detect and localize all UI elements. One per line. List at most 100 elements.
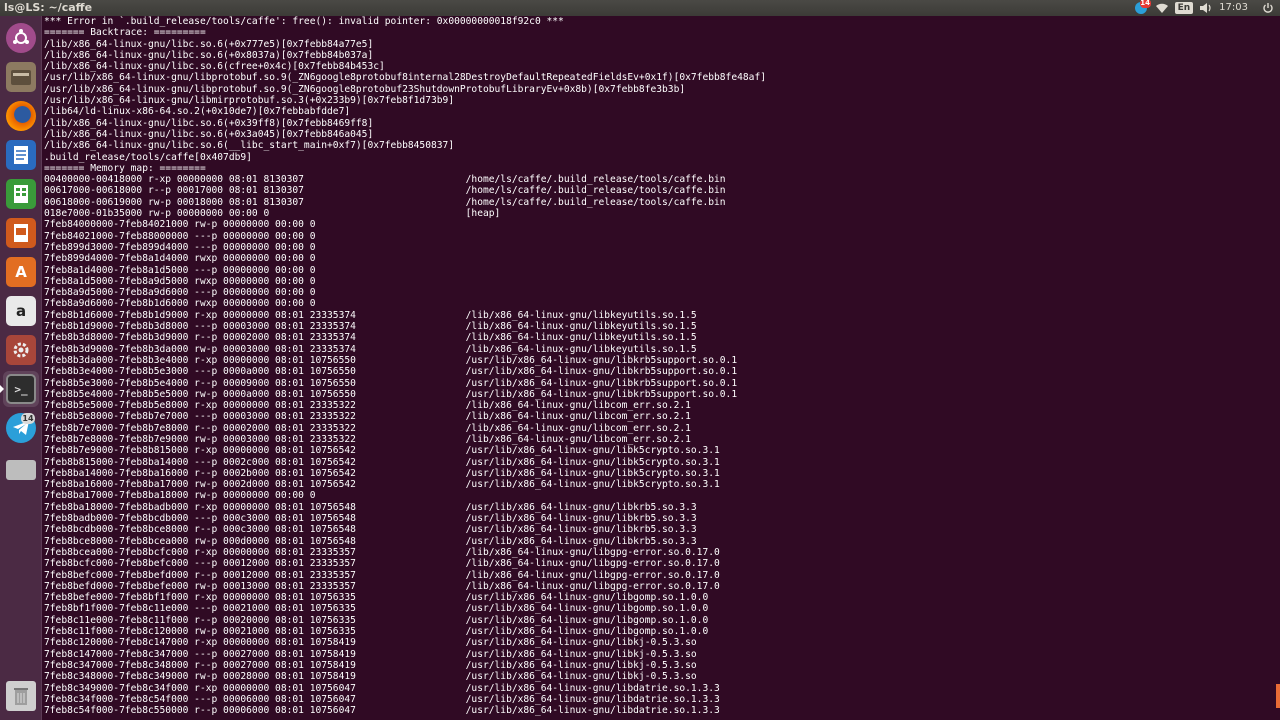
calc-icon <box>6 179 36 209</box>
clock-time: 17:03 <box>1219 2 1248 13</box>
terminal-line: 00400000-00418000 r-xp 00000000 08:01 81… <box>44 174 726 186</box>
wifi-indicator[interactable] <box>1155 0 1169 16</box>
launcher-trash[interactable] <box>3 678 39 714</box>
terminal-line: 7feb8b5e4000-7feb8b5e5000 rw-p 0000a000 … <box>44 388 738 400</box>
terminal-line: /lib64/ld-linux-x86-64.so.2(+0x10de7)[0x… <box>44 106 351 118</box>
launcher-settings[interactable] <box>3 332 39 368</box>
writer-icon <box>6 140 36 170</box>
terminal-line: 7feb8bcdb000-7feb8bce8000 r--p 000c3000 … <box>44 524 697 536</box>
terminal-line: 7feb8b5e5000-7feb8b5e8000 r-xp 00000000 … <box>44 400 691 412</box>
terminal-line: /lib/x86_64-linux-gnu/libc.so.6(+0x8037a… <box>44 49 374 61</box>
telegram-unread-badge: 14 <box>1139 0 1151 8</box>
launcher: A a >_ 14 <box>0 16 42 720</box>
terminal-line: 7feb8a1d4000-7feb8a1d5000 ---p 00000000 … <box>44 264 316 276</box>
launcher-dash[interactable] <box>3 20 39 56</box>
wifi-icon <box>1155 3 1168 13</box>
terminal-line: /lib/x86_64-linux-gnu/libc.so.6(+0x777e5… <box>44 38 374 50</box>
terminal-line: 7feb8ba16000-7feb8ba17000 rw-p 0002d000 … <box>44 479 720 491</box>
terminal-line: 7feb8a9d5000-7feb8a9d6000 ---p 00000000 … <box>44 287 316 299</box>
terminal-line: 7feb8b3d8000-7feb8b3d9000 r--p 00002000 … <box>44 332 697 344</box>
terminal-line: 7feb8a1d5000-7feb8a9d5000 rwxp 00000000 … <box>44 275 316 287</box>
terminal-line: 7feb8befd000-7feb8befe000 rw-p 00013000 … <box>44 580 720 592</box>
launcher-impress[interactable] <box>3 215 39 251</box>
keyboard-layout-indicator[interactable]: En <box>1174 0 1194 16</box>
terminal-line: .build_release/tools/caffe[0x407db9] <box>44 151 252 163</box>
terminal-line: 7feb8c349000-7feb8c34f000 r-xp 00000000 … <box>44 682 720 694</box>
terminal-line: /lib/x86_64-linux-gnu/libc.so.6(cfree+0x… <box>44 61 385 73</box>
launcher-firefox[interactable] <box>3 98 39 134</box>
terminal-line: 7feb84021000-7feb88000000 ---p 00000000 … <box>44 230 316 242</box>
terminal-line: 7feb8ba17000-7feb8ba18000 rw-p 00000000 … <box>44 490 316 502</box>
terminal-line: 7feb8befc000-7feb8befd000 r--p 00012000 … <box>44 569 720 581</box>
window-title: ls@LS: ~/caffe <box>4 1 93 14</box>
terminal-line: 7feb8c347000-7feb8c348000 r--p 00027000 … <box>44 659 697 671</box>
terminal-line: 7feb8bf1f000-7feb8c11e000 ---p 00021000 … <box>44 603 709 615</box>
terminal-line: 00617000-00618000 r--p 00017000 08:01 81… <box>44 185 726 197</box>
launcher-calc[interactable] <box>3 176 39 212</box>
settings-icon <box>6 335 36 365</box>
terminal-line: /usr/lib/x86_64-linux-gnu/libprotobuf.so… <box>44 72 766 84</box>
terminal-line: 7feb8befe000-7feb8bf1f000 r-xp 00000000 … <box>44 592 709 604</box>
launcher-software-center[interactable]: A <box>3 254 39 290</box>
terminal-line: /lib/x86_64-linux-gnu/libc.so.6(__libc_s… <box>44 140 455 152</box>
terminal-line: 7feb8bcea000-7feb8bcfc000 r-xp 00000000 … <box>44 546 720 558</box>
session-indicator[interactable] <box>1262 0 1274 16</box>
telegram-tray-icon: 14 <box>1134 0 1151 14</box>
impress-icon <box>6 218 36 248</box>
terminal-output: *** Error in `.build_release/tools/caffe… <box>44 16 766 716</box>
terminal-line: 7feb8b1d6000-7feb8b1d9000 r-xp 00000000 … <box>44 309 697 321</box>
dash-icon <box>6 23 36 53</box>
terminal-line: 7feb8b5e3000-7feb8b5e4000 r--p 00009000 … <box>44 377 738 389</box>
launcher-writer[interactable] <box>3 137 39 173</box>
terminal-line: 7feb8c120000-7feb8c147000 r-xp 00000000 … <box>44 637 697 649</box>
telegram-icon: 14 <box>6 413 36 443</box>
terminal-line: 7feb8c11f000-7feb8c120000 rw-p 00021000 … <box>44 626 709 638</box>
terminal-line: 7feb8bce8000-7feb8bcea000 rw-p 000d0000 … <box>44 535 697 547</box>
active-app-arrow <box>0 385 4 393</box>
terminal-line: 7feb8b3da000-7feb8b3e4000 r-xp 00000000 … <box>44 354 738 366</box>
terminal-line: ======= Backtrace: ========= <box>44 27 206 39</box>
speaker-icon <box>1200 3 1211 13</box>
terminal-line: 7feb8c11e000-7feb8c11f000 r--p 00020000 … <box>44 614 709 626</box>
terminal-line: 018e7000-01b35000 rw-p 00000000 00:00 0 … <box>44 208 501 220</box>
terminal-line: 7feb8b3e4000-7feb8b5e3000 ---p 0000a000 … <box>44 366 738 378</box>
terminal-icon: >_ <box>6 374 36 404</box>
terminal-line: /usr/lib/x86_64-linux-gnu/libmirprotobuf… <box>44 95 455 107</box>
terminal-line: 7feb8c54f000-7feb8c550000 r--p 00006000 … <box>44 705 720 717</box>
terminal-line: 7feb899d3000-7feb899d4000 ---p 00000000 … <box>44 241 316 253</box>
terminal-line: 7feb8b7e7000-7feb8b7e8000 r--p 00002000 … <box>44 422 691 434</box>
indicator-area: 14 En 17:03 <box>1133 0 1280 16</box>
terminal-line: 7feb8b7e8000-7feb8b7e9000 rw-p 00003000 … <box>44 433 691 445</box>
terminal-scrollbar-handle[interactable] <box>1276 684 1280 708</box>
volume-indicator[interactable] <box>1199 0 1213 16</box>
terminal-window[interactable]: *** Error in `.build_release/tools/caffe… <box>43 16 1280 720</box>
terminal-line: ======= Memory map: ======== <box>44 162 206 174</box>
launcher-files[interactable] <box>3 59 39 95</box>
telegram-launcher-badge: 14 <box>21 413 35 424</box>
launcher-terminal[interactable]: >_ <box>3 371 39 407</box>
firefox-icon <box>6 101 36 131</box>
keyboard-layout-label: En <box>1174 2 1194 14</box>
launcher-amazon[interactable]: a <box>3 293 39 329</box>
drive-icon <box>6 460 36 480</box>
terminal-line: 7feb8a9d6000-7feb8b1d6000 rwxp 00000000 … <box>44 298 316 310</box>
terminal-line: 7feb8ba18000-7feb8badb000 r-xp 00000000 … <box>44 501 697 513</box>
terminal-line: 7feb8badb000-7feb8bcdb000 ---p 000c3000 … <box>44 513 697 525</box>
terminal-line: /lib/x86_64-linux-gnu/libc.so.6(+0x3a045… <box>44 128 374 140</box>
top-panel: ls@LS: ~/caffe 14 En 17:03 <box>0 0 1280 16</box>
terminal-line: 7feb899d4000-7feb8a1d4000 rwxp 00000000 … <box>44 253 316 265</box>
terminal-line: 7feb8c348000-7feb8c349000 rw-p 00028000 … <box>44 671 697 683</box>
terminal-line: 7feb8b7e9000-7feb8b815000 r-xp 00000000 … <box>44 445 720 457</box>
launcher-drive[interactable] <box>3 449 39 485</box>
terminal-line: /lib/x86_64-linux-gnu/libc.so.6(+0x39ff8… <box>44 117 374 129</box>
telegram-indicator[interactable]: 14 <box>1133 0 1151 16</box>
terminal-line: 7feb8b5e8000-7feb8b7e7000 ---p 00003000 … <box>44 411 691 423</box>
clock-indicator[interactable]: 17:03 <box>1219 0 1256 16</box>
power-icon <box>1263 3 1273 13</box>
trash-icon <box>6 681 36 711</box>
amazon-icon: a <box>6 296 36 326</box>
software-center-icon: A <box>6 257 36 287</box>
terminal-line: /usr/lib/x86_64-linux-gnu/libprotobuf.so… <box>44 83 686 95</box>
launcher-telegram[interactable]: 14 <box>3 410 39 446</box>
files-icon <box>6 62 36 92</box>
